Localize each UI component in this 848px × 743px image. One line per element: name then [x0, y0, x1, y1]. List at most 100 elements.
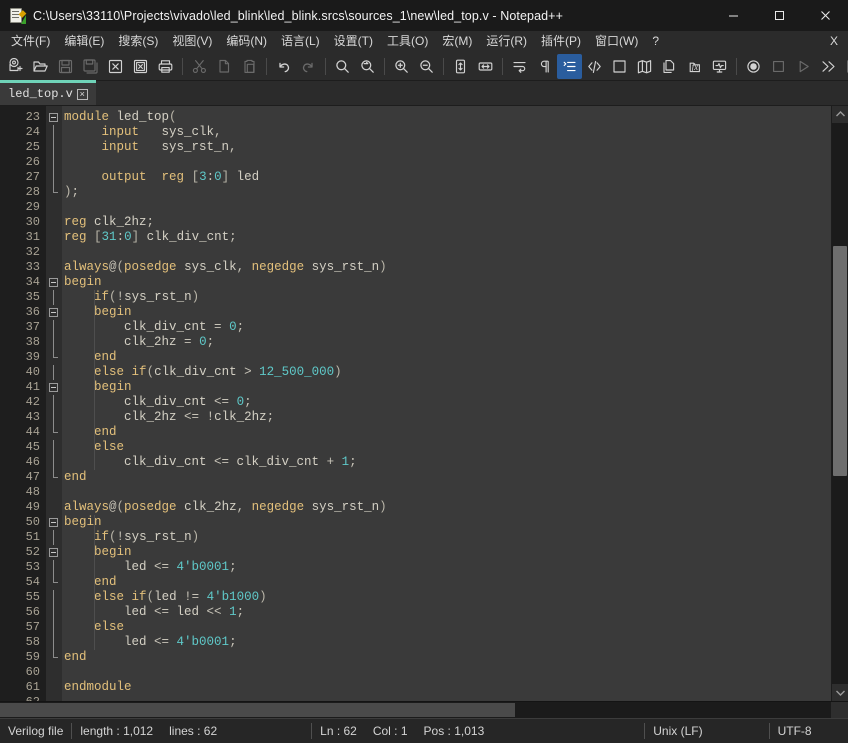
code-line[interactable]: begin — [64, 305, 831, 320]
horizontal-scroll-track[interactable] — [0, 702, 831, 718]
code-line[interactable]: ); — [64, 185, 831, 200]
code-line[interactable]: if(!sys_rst_n) — [64, 530, 831, 545]
code-line[interactable]: clk_2hz = 0; — [64, 335, 831, 350]
horizontal-scrollbar[interactable] — [0, 701, 848, 718]
vertical-scrollbar[interactable] — [831, 106, 848, 701]
new-file-icon[interactable] — [3, 54, 28, 79]
menu-language[interactable]: 语言(L) — [274, 32, 327, 51]
show-html-tag-icon[interactable] — [582, 54, 607, 79]
code-line[interactable]: end — [64, 350, 831, 365]
show-all-characters-icon[interactable] — [532, 54, 557, 79]
code-line[interactable]: else if(clk_div_cnt > 12_500_000) — [64, 365, 831, 380]
code-line[interactable]: else — [64, 620, 831, 635]
code-line[interactable]: end — [64, 575, 831, 590]
code-line[interactable]: input sys_clk, — [64, 125, 831, 140]
code-line[interactable]: begin — [64, 380, 831, 395]
code-line[interactable]: reg clk_2hz; — [64, 215, 831, 230]
close-file-icon[interactable] — [103, 54, 128, 79]
minimize-button[interactable] — [710, 0, 756, 31]
menu-tools[interactable]: 工具(O) — [380, 32, 435, 51]
replace-icon[interactable] — [355, 54, 380, 79]
code-line[interactable]: begin — [64, 545, 831, 560]
code-line[interactable]: led <= 4'b0001; — [64, 560, 831, 575]
vertical-scroll-thumb[interactable] — [833, 246, 847, 477]
code-line[interactable]: end — [64, 650, 831, 665]
document-map-icon[interactable] — [632, 54, 657, 79]
zoom-out-icon[interactable] — [414, 54, 439, 79]
menu-edit[interactable]: 编辑(E) — [57, 32, 111, 51]
code-line[interactable]: clk_div_cnt <= 0; — [64, 395, 831, 410]
close-button[interactable] — [802, 0, 848, 31]
code-line[interactable] — [64, 155, 831, 170]
word-wrap-icon[interactable] — [507, 54, 532, 79]
code-line[interactable]: clk_div_cnt <= clk_div_cnt + 1; — [64, 455, 831, 470]
fold-toggle-icon[interactable] — [46, 515, 62, 530]
monitoring-icon[interactable] — [707, 54, 732, 79]
zoom-in-icon[interactable] — [389, 54, 414, 79]
undo-icon[interactable] — [271, 54, 296, 79]
code-line[interactable]: clk_div_cnt = 0; — [64, 320, 831, 335]
show-indent-guide-icon[interactable] — [557, 53, 582, 79]
maximize-button[interactable] — [756, 0, 802, 31]
sync-vertical-scroll-icon[interactable] — [448, 54, 473, 79]
code-line[interactable]: always@(posedge sys_clk, negedge sys_rst… — [64, 260, 831, 275]
print-icon[interactable] — [153, 54, 178, 79]
code-line[interactable]: end — [64, 470, 831, 485]
menu-macro[interactable]: 宏(M) — [435, 32, 479, 51]
fold-toggle-icon[interactable] — [46, 110, 62, 125]
open-file-icon[interactable] — [28, 54, 53, 79]
horizontal-scroll-thumb[interactable] — [0, 703, 516, 717]
code-line[interactable]: reg [31:0] clk_div_cnt; — [64, 230, 831, 245]
code-line[interactable]: module led_top( — [64, 110, 831, 125]
code-line[interactable]: clk_2hz <= !clk_2hz; — [64, 410, 831, 425]
code-line[interactable] — [64, 695, 831, 701]
scroll-up-icon[interactable] — [832, 106, 848, 123]
code-line[interactable]: else if(led != 4'b1000) — [64, 590, 831, 605]
code-folding-margin[interactable] — [46, 106, 62, 701]
menu-encoding[interactable]: 编码(N) — [219, 32, 274, 51]
code-line[interactable]: end — [64, 425, 831, 440]
menu-help[interactable]: ? — [645, 32, 666, 51]
code-line[interactable]: led <= led << 1; — [64, 605, 831, 620]
code-content[interactable]: module led_top( input sys_clk, input sys… — [62, 106, 831, 701]
menu-window[interactable]: 窗口(W) — [588, 32, 645, 51]
text-editor[interactable]: 23 24 25 26 27 28 29 30 31 32 33 34 35 36 37 38 39 40 41 42… — [0, 106, 831, 701]
user-defined-dialog-icon[interactable] — [607, 54, 632, 79]
code-line[interactable]: begin — [64, 275, 831, 290]
code-line[interactable] — [64, 200, 831, 215]
code-line[interactable]: output reg [3:0] led — [64, 170, 831, 185]
code-line[interactable]: if(!sys_rst_n) — [64, 290, 831, 305]
fold-toggle-icon[interactable] — [46, 545, 62, 560]
code-line[interactable]: begin — [64, 515, 831, 530]
close-all-files-icon[interactable] — [128, 54, 153, 79]
folder-as-workspace-icon[interactable]: fx — [682, 54, 707, 79]
scroll-down-icon[interactable] — [832, 684, 848, 701]
menu-view[interactable]: 视图(V) — [165, 32, 219, 51]
menu-file[interactable]: 文件(F) — [4, 32, 57, 51]
close-document-button[interactable]: X — [824, 32, 848, 51]
menu-search[interactable]: 搜索(S) — [111, 32, 165, 51]
run-macro-multiple-icon[interactable] — [816, 54, 841, 79]
code-line[interactable]: else — [64, 440, 831, 455]
fold-toggle-icon[interactable] — [46, 305, 62, 320]
code-line[interactable]: endmodule — [64, 680, 831, 695]
menu-run[interactable]: 运行(R) — [479, 32, 534, 51]
find-icon[interactable] — [330, 54, 355, 79]
function-list-icon[interactable] — [657, 54, 682, 79]
code-line[interactable]: input sys_rst_n, — [64, 140, 831, 155]
sync-horizontal-scroll-icon[interactable] — [473, 54, 498, 79]
code-line[interactable]: led <= 4'b0001; — [64, 635, 831, 650]
code-line[interactable] — [64, 485, 831, 500]
tab-close-icon[interactable]: × — [76, 88, 88, 100]
code-line[interactable] — [64, 245, 831, 260]
fold-toggle-icon[interactable] — [46, 380, 62, 395]
fold-toggle-icon[interactable] — [46, 275, 62, 290]
code-line[interactable] — [64, 665, 831, 680]
record-macro-icon[interactable] — [741, 54, 766, 79]
tab-led-top-v[interactable]: led_top.v × — [0, 80, 96, 105]
menu-settings[interactable]: 设置(T) — [327, 32, 380, 51]
menu-plugins[interactable]: 插件(P) — [534, 32, 588, 51]
code-line[interactable]: always@(posedge clk_2hz, negedge sys_rst… — [64, 500, 831, 515]
vertical-scroll-track[interactable] — [832, 123, 848, 684]
